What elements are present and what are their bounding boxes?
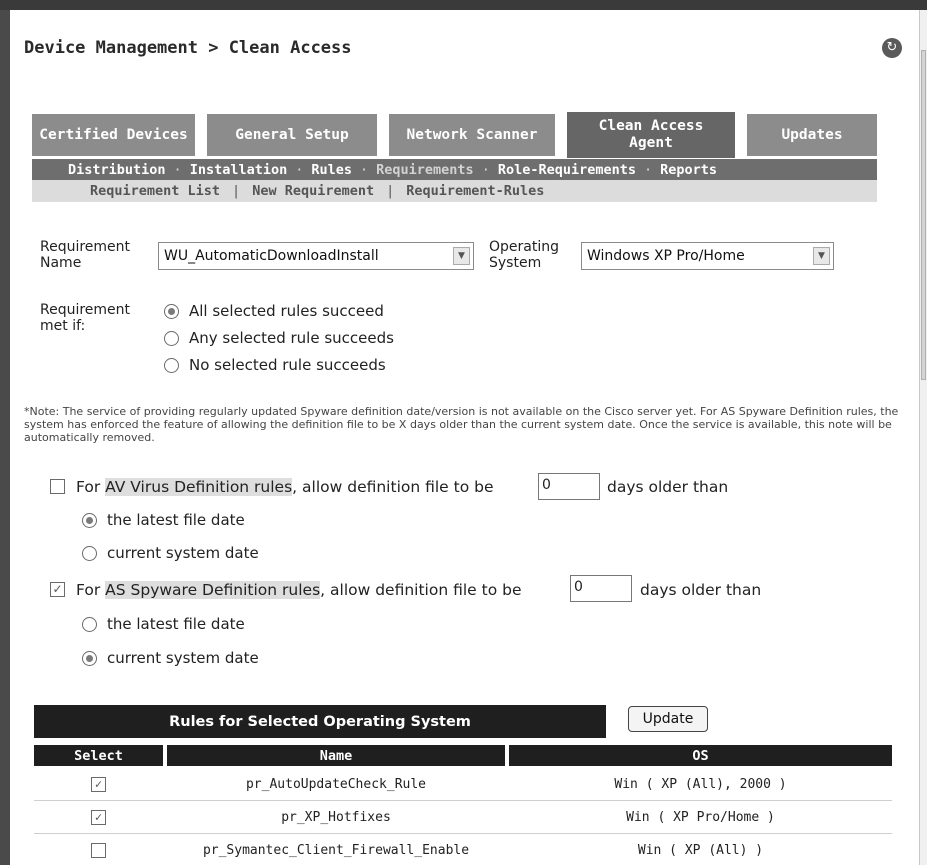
av-prefix: For [76,478,106,496]
column-header-select: Select [34,745,163,766]
av-definition-checkbox[interactable] [50,479,65,494]
met-if-all-radio[interactable] [164,304,179,319]
subnav-separator: · [295,161,304,178]
av-current-system-label: current system date [107,544,259,562]
row-name: pr_AutoUpdateCheck_Rule [245,776,426,792]
subnav-separator: · [360,161,369,178]
met-if-none-label: No selected rule succeeds [189,356,386,374]
met-if-any-label: Any selected rule succeeds [189,329,394,347]
row-select-cell [34,834,163,866]
subnav-requirement-rules[interactable]: Requirement-Rules [406,183,544,199]
av-latest-file-radio[interactable] [82,513,97,528]
row-os: Win ( XP (All) ) [637,842,764,858]
met-if-any-radio[interactable] [164,331,179,346]
rules-table-title: Rules for Selected Operating System [34,705,606,738]
row-select-checkbox[interactable]: ✓ [91,809,106,825]
tab-general-setup[interactable]: General Setup [207,114,377,156]
requirement-name-select[interactable]: WU_AutomaticDownloadInstall ▼ [158,242,474,270]
met-if-none-radio[interactable] [164,358,179,373]
as-prefix: For [76,581,106,599]
av-days-suffix: days older than [607,478,729,496]
requirement-name-label: Requirement Name [40,239,131,271]
operating-system-select[interactable]: Windows XP Pro/Home ▼ [581,242,834,270]
subnav-primary: Distribution · Installation · Rules · Re… [32,159,877,180]
row-os: Win ( XP Pro/Home ) [626,809,775,825]
update-button[interactable]: Update [628,706,708,732]
as-definition-text: For AS Spyware Definition rules, allow d… [76,581,522,599]
window-left-border [0,10,10,865]
as-current-system-label: current system date [107,649,259,667]
av-days-input[interactable]: 0 [538,473,600,500]
subnav-new-requirement[interactable]: New Requirement [252,183,374,199]
as-definition-checkbox[interactable]: ✓ [50,582,65,597]
tab-clean-access-agent[interactable]: Clean Access Agent [567,112,735,158]
vertical-scrollbar[interactable] [919,10,927,865]
row-select-checkbox[interactable] [91,842,106,858]
requirement-name-value: WU_AutomaticDownloadInstall [164,248,379,264]
subnav-requirements[interactable]: Requirements [376,162,474,178]
subnav-reports[interactable]: Reports [660,162,717,178]
av-current-system-radio[interactable] [82,546,97,561]
subnav-separator: · [644,161,653,178]
as-days-input[interactable]: 0 [570,575,632,602]
as-latest-file-label: the latest file date [107,615,245,633]
page-title: Device Management > Clean Access [24,38,352,58]
tab-network-scanner[interactable]: Network Scanner [389,114,555,156]
av-latest-file-label: the latest file date [107,511,245,529]
av-suffix: , allow definition file to be [292,478,494,496]
subnav-rules[interactable]: Rules [311,162,352,178]
tab-updates[interactable]: Updates [747,114,877,156]
row-select-cell: ✓ [34,768,163,800]
subnav-installation[interactable]: Installation [190,162,288,178]
subnav-separator: · [173,161,182,178]
subnav-distribution[interactable]: Distribution [68,162,166,178]
av-highlight: AV Virus Definition rules [105,478,293,496]
subnav-separator: | [232,183,241,199]
spyware-note: *Note: The service of providing regularl… [24,405,899,444]
window-top-border [0,0,927,10]
operating-system-value: Windows XP Pro/Home [587,248,745,264]
row-select-cell: ✓ [34,801,163,833]
row-name: pr_XP_Hotfixes [281,809,391,825]
chevron-down-icon[interactable]: ▼ [813,247,830,265]
as-suffix: , allow definition file to be [320,581,522,599]
row-select-checkbox[interactable]: ✓ [91,776,106,792]
met-if-label: Requirement met if: [40,302,131,334]
subnav-separator: · [481,161,490,178]
as-latest-file-radio[interactable] [82,617,97,632]
column-header-os: OS [509,745,892,766]
scrollbar-thumb[interactable] [921,50,926,380]
subnav-role-requirements[interactable]: Role-Requirements [498,162,636,178]
as-highlight: AS Spyware Definition rules [105,581,321,599]
subnav-separator: | [386,183,395,199]
av-definition-text: For AV Virus Definition rules, allow def… [76,478,494,496]
as-current-system-radio[interactable] [82,651,97,666]
met-if-all-label: All selected rules succeed [189,302,384,320]
row-name: pr_Symantec_Client_Firewall_Enable [202,842,470,858]
column-header-name: Name [167,745,505,766]
subnav-requirement-list[interactable]: Requirement List [90,183,220,199]
operating-system-label: Operating System [489,239,559,271]
as-days-suffix: days older than [640,581,762,599]
subnav-secondary: Requirement List | New Requirement | Req… [32,180,877,202]
refresh-icon[interactable]: ↻ [882,38,902,58]
row-os: Win ( XP (All), 2000 ) [614,776,787,792]
tab-certified-devices[interactable]: Certified Devices [32,114,195,156]
chevron-down-icon[interactable]: ▼ [453,247,470,265]
